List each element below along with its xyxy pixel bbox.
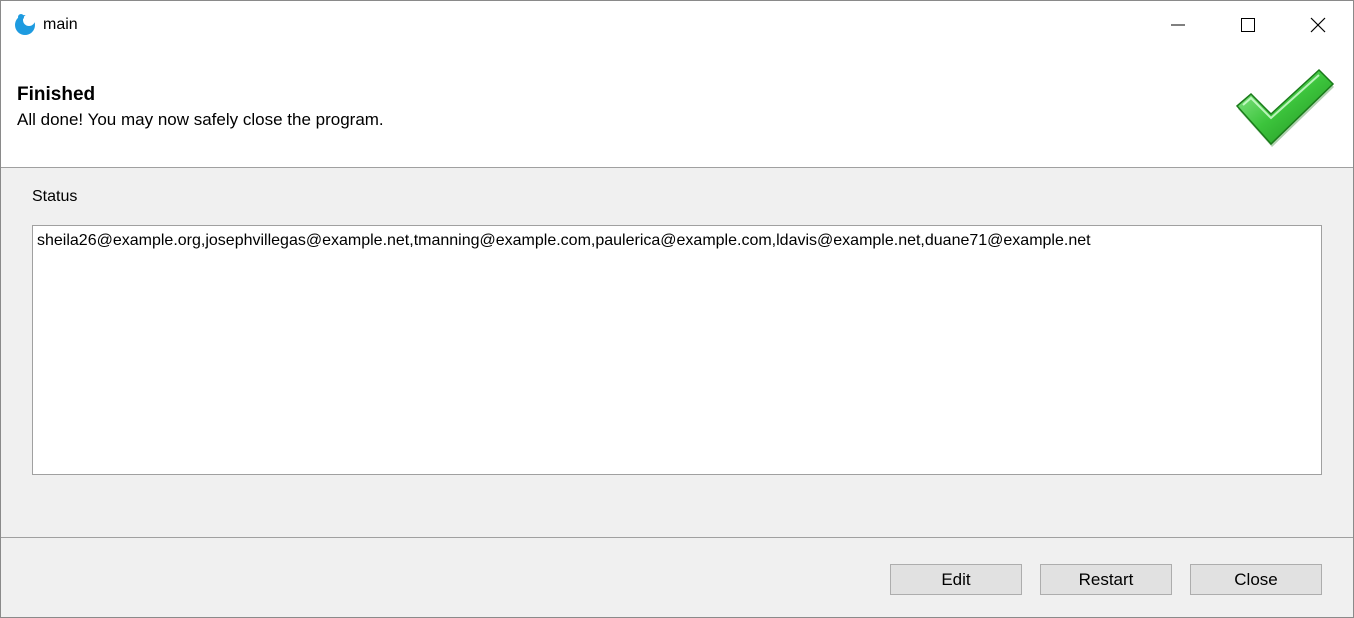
close-icon [1310, 17, 1326, 32]
maximize-button[interactable] [1213, 1, 1283, 48]
title-bar[interactable]: main [1, 1, 1353, 48]
minimize-button[interactable] [1143, 1, 1213, 48]
maximize-icon [1241, 17, 1255, 32]
status-label: Status [32, 188, 78, 205]
footer-divider [1, 537, 1353, 538]
close-window-button[interactable] [1283, 1, 1353, 48]
header-banner: Finished All done! You may now safely cl… [1, 48, 1353, 168]
main-window: main Finished All done! You may now safe… [0, 0, 1354, 618]
green-checkmark-icon [1235, 68, 1335, 147]
status-textbox[interactable]: sheila26@example.org,josephvillegas@exam… [32, 225, 1322, 475]
close-button[interactable]: Close [1190, 564, 1322, 595]
window-title: main [43, 16, 78, 33]
app-logo-icon [15, 14, 35, 35]
page-subtitle: All done! You may now safely close the p… [17, 110, 384, 129]
minimize-icon [1171, 24, 1185, 25]
page-title: Finished [17, 84, 96, 105]
restart-button[interactable]: Restart [1040, 564, 1172, 595]
edit-button[interactable]: Edit [890, 564, 1022, 595]
